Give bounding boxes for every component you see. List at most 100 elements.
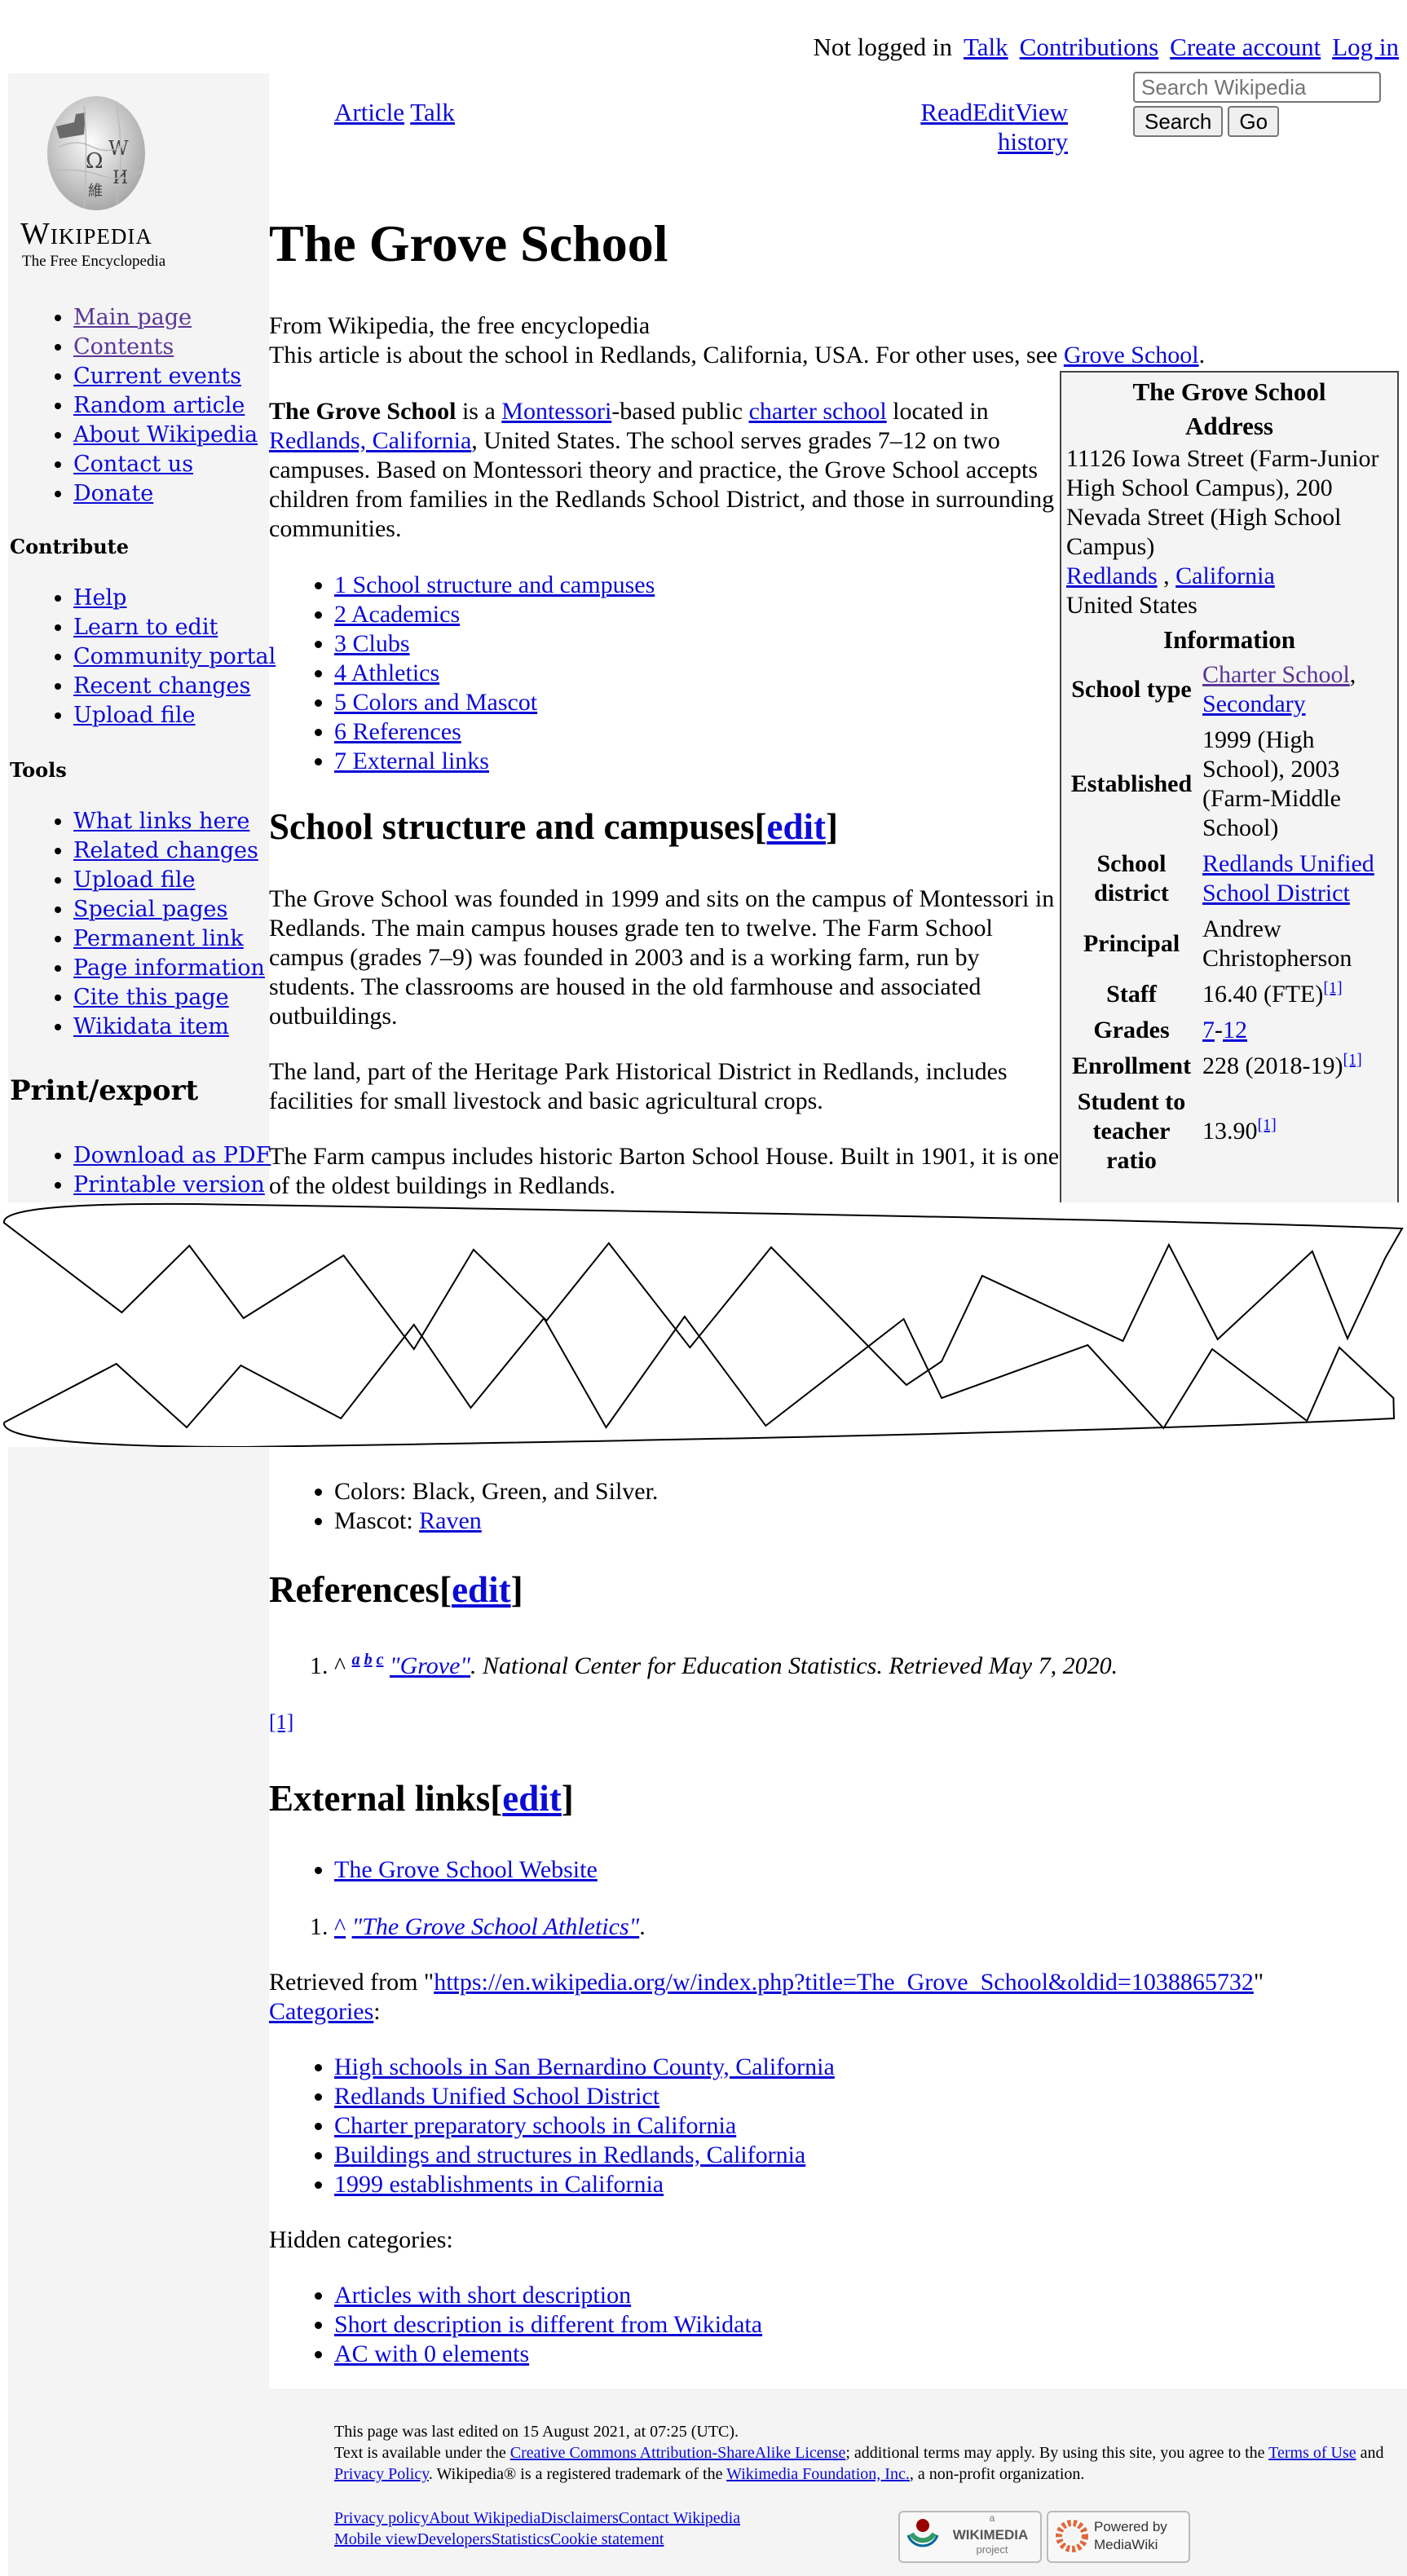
sidebar-item-contact-us[interactable]: Contact us (73, 452, 193, 477)
create-account-link[interactable]: Create account (1170, 33, 1321, 61)
citation-link[interactable]: [1] (1323, 979, 1342, 997)
category-link[interactable]: High schools in San Bernardino County, C… (334, 2053, 835, 2080)
paragraph: The Grove School was founded in 1999 and… (269, 885, 1055, 1030)
category-link[interactable]: Redlands Unified School District (334, 2083, 659, 2110)
section-heading-external-links: External links[edit] (269, 1778, 574, 1819)
district-link[interactable]: Redlands Unified School District (1202, 850, 1374, 906)
go-button[interactable]: Go (1228, 106, 1280, 137)
search-button[interactable]: Search (1133, 106, 1224, 137)
backlink[interactable]: b (364, 1651, 373, 1669)
footer-about-wikipedia[interactable]: About Wikipedia (429, 2509, 540, 2527)
sidebar-item-help[interactable]: Help (73, 585, 126, 611)
toc-item[interactable]: 7 External links (334, 748, 489, 774)
redlands-california-link[interactable]: Redlands, California (269, 427, 471, 454)
hidden-category-link[interactable]: Short description is different from Wiki… (334, 2311, 762, 2338)
grade-12-link[interactable]: 12 (1223, 1017, 1247, 1043)
sidebar-item-community-portal[interactable]: Community portal (73, 644, 276, 669)
sidebar-item-recent-changes[interactable]: Recent changes (73, 673, 250, 699)
footer-disclaimers[interactable]: Disclaimers (540, 2509, 619, 2527)
hidden-category-link[interactable]: AC with 0 elements (334, 2340, 529, 2367)
category-link[interactable]: 1999 establishments in California (334, 2171, 664, 2198)
footer: This page was last edited on 15 August 2… (269, 2389, 1407, 2576)
search-input[interactable] (1133, 72, 1381, 103)
privacy-policy-link[interactable]: Privacy Policy (334, 2465, 429, 2483)
sidebar-item-upload-file[interactable]: Upload file (73, 703, 196, 728)
categories-link[interactable]: Categories (269, 1998, 373, 2025)
permalink[interactable]: https://en.wikipedia.org/w/index.php?tit… (434, 1969, 1254, 1996)
edit-section-link[interactable]: edit (502, 1778, 562, 1819)
terms-of-use-link[interactable]: Terms of Use (1268, 2444, 1356, 2462)
stray-citation-link[interactable]: [1] (269, 1710, 293, 1735)
secondary-link[interactable]: Secondary (1202, 690, 1306, 717)
sidebar-item-main-page[interactable]: Main page (73, 305, 192, 330)
sidebar-item-related-changes[interactable]: Related changes (73, 838, 258, 863)
namespace-tabs: Article Talk (334, 98, 455, 127)
footer-developers[interactable]: Developers (417, 2530, 492, 2548)
grade-7-link[interactable]: 7 (1202, 1017, 1215, 1043)
edit-section-link[interactable]: edit (452, 1569, 511, 1610)
powered-by-mediawiki-badge[interactable]: Powered by MediaWiki (1047, 2511, 1190, 2563)
reference-title-link[interactable]: "Grove" (390, 1652, 470, 1679)
toc-item[interactable]: 3 Clubs (334, 630, 410, 657)
footer-mobile-view[interactable]: Mobile view (334, 2530, 417, 2548)
talk-link[interactable]: Talk (964, 33, 1008, 61)
sidebar-item-current-events[interactable]: Current events (73, 364, 241, 389)
footer-cookie-statement[interactable]: Cookie statement (550, 2530, 664, 2548)
charter-school-link[interactable]: charter school (749, 398, 887, 425)
footer-privacy-policy[interactable]: Privacy policy (334, 2509, 429, 2527)
citation-link[interactable]: [1] (1258, 1116, 1277, 1134)
infobox-row: School type Charter School, Secondary (1071, 661, 1356, 717)
tab-article[interactable]: Article (334, 98, 404, 126)
citation-link[interactable]: [1] (1343, 1051, 1361, 1069)
sidebar-item-upload-file-tools[interactable]: Upload file (73, 867, 196, 893)
sidebar-item-what-links-here[interactable]: What links here (73, 809, 249, 834)
wikimedia-foundation-link[interactable]: Wikimedia Foundation, Inc. (726, 2465, 910, 2483)
log-in-link[interactable]: Log in (1332, 33, 1399, 61)
toc-item[interactable]: 1 School structure and campuses (334, 571, 655, 598)
backlink[interactable]: a (352, 1651, 360, 1669)
sidebar-item-learn-to-edit[interactable]: Learn to edit (73, 615, 218, 640)
sidebar-item-wikidata-item[interactable]: Wikidata item (73, 1014, 229, 1039)
footer-statistics[interactable]: Statistics (492, 2530, 550, 2548)
raven-link[interactable]: Raven (419, 1507, 482, 1534)
tab-edit[interactable]: Edit (973, 98, 1015, 126)
toc-item[interactable]: 5 Colors and Mascot (334, 689, 537, 716)
toc-item[interactable]: 4 Athletics (334, 659, 439, 686)
category-link[interactable]: Charter preparatory schools in Californi… (334, 2112, 736, 2139)
charter-school-type-link[interactable]: Charter School (1202, 661, 1350, 688)
tab-talk[interactable]: Talk (410, 98, 455, 126)
toc-item[interactable]: 6 References (334, 718, 461, 745)
city-link[interactable]: Redlands (1066, 562, 1158, 589)
sidebar-item-random-article[interactable]: Random article (73, 393, 245, 418)
note-caret-link[interactable]: ^ (334, 1913, 346, 1940)
hatnote-link[interactable]: Grove School (1064, 342, 1199, 368)
contributions-link[interactable]: Contributions (1020, 33, 1159, 61)
cc-license-link[interactable]: Creative Commons Attribution-ShareAlike … (510, 2444, 846, 2462)
toc-item[interactable]: 2 Academics (334, 601, 460, 628)
state-link[interactable]: California (1175, 562, 1275, 589)
athletics-link[interactable]: "The Grove School Athletics" (352, 1913, 640, 1940)
infobox-row: Principal Andrew Christopherson (1083, 915, 1352, 972)
wikimedia-project-badge[interactable]: a WIKIMEDIA project (898, 2511, 1042, 2563)
wikipedia-logo[interactable]: Ω W И 維 Wikipedia The Free Encyclopedia (20, 90, 183, 270)
sidebar-item-donate[interactable]: Donate (73, 481, 153, 506)
category-link[interactable]: Buildings and structures in Redlands, Ca… (334, 2142, 805, 2168)
infobox-row: Student to teacher ratio 13.90[1] (1077, 1088, 1277, 1174)
grove-school-website-link[interactable]: The Grove School Website (334, 1856, 598, 1883)
sidebar-item-contents[interactable]: Contents (73, 334, 174, 359)
tab-read[interactable]: Read (920, 98, 973, 126)
sidebar-item-about-wikipedia[interactable]: About Wikipedia (73, 422, 258, 448)
hidden-category-link[interactable]: Articles with short description (334, 2282, 631, 2309)
last-edited: This page was last edited on 15 August 2… (334, 2423, 739, 2441)
list-item: Colors: Black, Green, and Silver. (334, 1477, 658, 1506)
sidebar-item-download-pdf[interactable]: Download as PDF (73, 1143, 271, 1168)
sidebar-item-cite-this-page[interactable]: Cite this page (73, 985, 229, 1010)
sidebar-item-special-pages[interactable]: Special pages (73, 897, 227, 922)
footer-contact-wikipedia[interactable]: Contact Wikipedia (619, 2509, 740, 2527)
montessori-link[interactable]: Montessori (501, 398, 611, 425)
sidebar-item-page-information[interactable]: Page information (73, 955, 265, 981)
sidebar-item-permanent-link[interactable]: Permanent link (73, 926, 244, 951)
sidebar-item-printable-version[interactable]: Printable version (73, 1172, 265, 1198)
backlink[interactable]: c (377, 1651, 384, 1669)
edit-section-link[interactable]: edit (766, 806, 826, 847)
